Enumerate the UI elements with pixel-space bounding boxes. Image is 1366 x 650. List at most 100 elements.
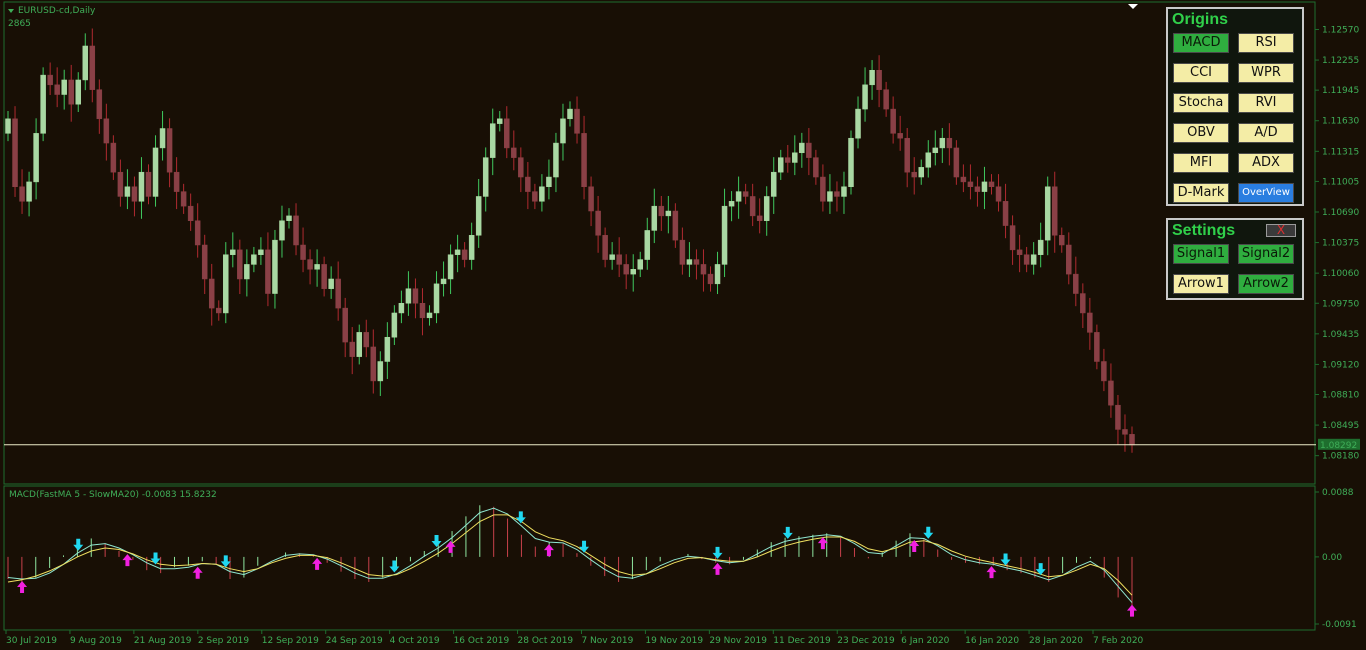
origin-button-cci[interactable]: CCI [1173,63,1229,83]
origin-button-rvi[interactable]: RVI [1238,93,1294,113]
bear-candle [700,264,707,275]
time-tick-label: 21 Aug 2019 [134,636,192,646]
bear-candle [370,346,377,382]
bear-candle [532,191,538,202]
bear-candle [68,79,74,105]
bear-candle [820,176,826,202]
time-tick-label: 9 Aug 2019 [70,636,122,646]
settings-button-signal1[interactable]: Signal1 [1173,244,1229,264]
bear-candle [904,137,910,173]
bull-candle [475,196,482,236]
bull-candle [721,205,728,265]
bear-candle [349,341,355,357]
bear-candle [47,74,53,86]
bull-candle [644,230,651,260]
origin-button-overview[interactable]: OverView [1238,183,1294,203]
origin-button-a-d[interactable]: A/D [1238,123,1294,143]
bull-candle [40,74,46,134]
origin-button-adx[interactable]: ADX [1238,153,1294,173]
origin-button-d-mark[interactable]: D-Mark [1173,183,1229,203]
bull-candle [447,254,454,280]
settings-button-arrow2[interactable]: Arrow2 [1238,274,1294,294]
macd-tick-label: 0.0088 [1322,488,1354,498]
bear-candle [960,176,967,183]
bear-candle [110,142,117,173]
bear-candle [145,171,152,197]
bear-candle [946,137,953,149]
bull-candle [932,147,939,154]
bull-candle [82,45,89,81]
bull-candle [918,167,924,178]
bear-candle [581,133,587,188]
origins-panel[interactable]: Origins MACD RSI CCI WPR Stocha RVI OBV A/D MFI A… [1166,7,1304,206]
origin-button-macd[interactable]: MACD [1173,33,1229,53]
bear-candle [1108,380,1114,406]
bull-candle [799,142,805,154]
bull-candle [391,312,398,338]
bear-candle [679,239,686,265]
origin-button-obv[interactable]: OBV [1173,123,1229,143]
bull-candle [735,191,742,202]
bear-candle [911,171,917,178]
bear-candle [335,278,341,309]
settings-button-signal2[interactable]: Signal2 [1238,244,1294,264]
bear-candle [89,45,96,90]
bull-candle [539,186,545,202]
bull-candle [33,133,39,183]
price-tick-label: 1.11315 [1322,147,1359,157]
origins-title: Origins [1172,11,1229,28]
bear-candle [1129,434,1135,446]
bull-candle [553,142,559,178]
bear-candle [201,244,208,280]
bars-count-label: 2865 [8,19,31,29]
price-tick-label: 1.09120 [1322,360,1359,370]
bull-candle [61,79,67,95]
price-tick-label: 1.12255 [1322,56,1359,66]
bull-candle [26,181,32,202]
bull-candle [560,118,566,144]
time-tick-label: 23 Dec 2019 [837,636,895,646]
time-tick-label: 4 Oct 2019 [390,636,440,646]
settings-panel[interactable]: Settings X Signal1 Signal2 Arrow1 Arrow2 [1166,218,1304,300]
bear-candle [1080,293,1086,314]
bear-candle [897,133,903,139]
bear-candle [1066,244,1072,275]
origin-button-rsi[interactable]: RSI [1238,33,1294,53]
bull-candle [665,210,672,217]
bull-candle [1030,254,1037,265]
bear-candle [1023,254,1030,265]
origin-button-mfi[interactable]: MFI [1173,153,1229,173]
bull-candle [251,254,257,265]
bull-candle [546,176,552,188]
price-axis: 1.12570 1.12255 1.11945 1.11630 1.11315 1.110… [1315,25,1359,462]
bear-candle [237,249,243,280]
bear-candle [321,264,327,289]
bull-candle [792,152,798,163]
settings-button-arrow1[interactable]: Arrow1 [1173,274,1229,294]
price-tick-label: 1.11630 [1322,117,1359,127]
bear-candle [995,186,1002,202]
time-tick-label: 2 Sep 2019 [198,636,250,646]
bull-candle [728,201,735,207]
bull-candle [567,108,573,120]
origin-button-stocha[interactable]: Stocha [1173,93,1229,113]
price-tick-label: 1.10690 [1322,208,1359,218]
bull-candle [286,215,292,221]
bear-candle [173,171,180,192]
bull-candle [405,288,412,304]
bull-candle [314,264,320,270]
bear-candle [658,205,665,217]
time-tick-label: 12 Sep 2019 [262,636,319,646]
bear-candle [672,210,679,241]
bull-candle [279,220,285,241]
bear-candle [504,118,510,149]
close-button[interactable]: X [1266,224,1296,237]
bear-candle [756,215,763,221]
bear-candle [187,205,194,221]
bear-candle [1087,312,1093,333]
chart-canvas[interactable]: 1.12570 1.12255 1.11945 1.11630 1.11315 1.110… [0,0,1366,650]
bull-candle [630,269,636,275]
bear-candle [19,186,25,202]
bear-candle [96,89,103,120]
origin-button-wpr[interactable]: WPR [1238,63,1294,83]
